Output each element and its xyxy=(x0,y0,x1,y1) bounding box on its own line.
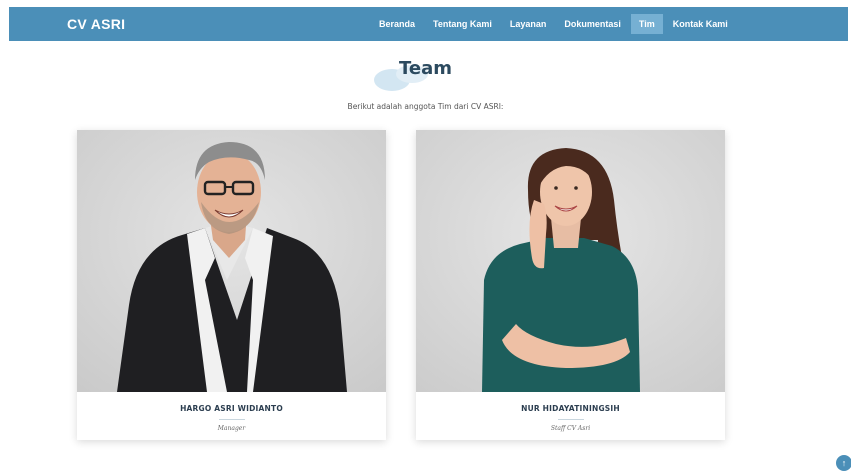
team-member-name: HARGO ASRI WIDIANTO xyxy=(180,404,283,413)
divider xyxy=(218,419,245,420)
team-member-name: NUR HIDAYATININGSIH xyxy=(521,404,620,413)
nav-item-dokumentasi[interactable]: Dokumentasi xyxy=(556,14,629,34)
nav-item-kontak-kami[interactable]: Kontak Kami xyxy=(665,14,736,34)
nav-item-beranda[interactable]: Beranda xyxy=(371,14,423,34)
nav-menu: Beranda Tentang Kami Layanan Dokumentasi… xyxy=(371,7,738,41)
team-member-photo xyxy=(77,130,386,392)
nav-item-tentang-kami[interactable]: Tentang Kami xyxy=(425,14,500,34)
navbar: CV ASRI Beranda Tentang Kami Layanan Dok… xyxy=(9,7,848,41)
divider xyxy=(557,419,584,420)
team-member-role: Manager xyxy=(217,425,246,432)
team-card: NUR HIDAYATININGSIH Staff CV Asri xyxy=(416,130,725,440)
arrow-up-icon[interactable]: ↑ xyxy=(836,455,851,471)
team-card: HARGO ASRI WIDIANTO Manager xyxy=(77,130,386,440)
team-member-role: Staff CV Asri xyxy=(550,425,591,432)
section-title: Team xyxy=(399,58,452,79)
section-subtitle: Berikut adalah anggota Tim dari CV ASRI: xyxy=(347,102,504,111)
team-member-photo xyxy=(416,130,725,392)
nav-item-tim[interactable]: Tim xyxy=(630,14,663,34)
brand-logo[interactable]: CV ASRI xyxy=(67,16,125,32)
nav-item-layanan[interactable]: Layanan xyxy=(502,14,555,34)
